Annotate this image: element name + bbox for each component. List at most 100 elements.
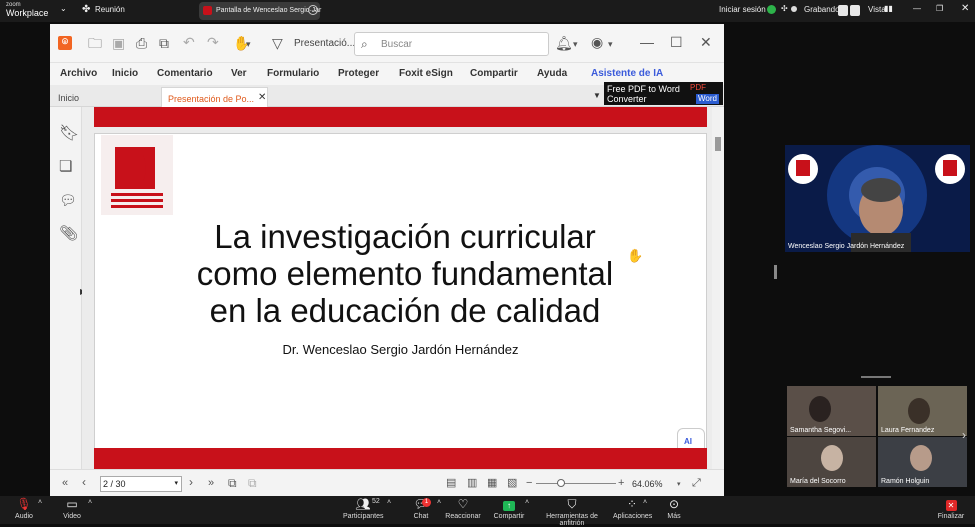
participants-label: Participantes bbox=[343, 513, 384, 520]
page-number-value: 2 / 30 bbox=[103, 479, 126, 489]
undo-icon[interactable]: ↶ bbox=[183, 35, 195, 49]
zoom-in-icon[interactable]: + bbox=[618, 476, 624, 490]
gallery-drag-handle[interactable] bbox=[861, 376, 891, 378]
rotate-page-icon[interactable]: ⧉ bbox=[248, 476, 257, 490]
screen-share-tab[interactable]: Pantalla de Wenceslao Sergio Jar … bbox=[199, 2, 321, 20]
print-icon[interactable]: ⎙ bbox=[136, 36, 147, 50]
view-menu[interactable]: Vista bbox=[868, 5, 886, 14]
tab-presentacion[interactable]: Presentación de Po... ✕ bbox=[161, 87, 268, 107]
presentation-icon[interactable]: ▽ bbox=[272, 36, 283, 50]
zoom-out-icon[interactable]: − bbox=[526, 476, 532, 490]
pdf-to-word-ad[interactable]: Free PDF to Word Converter PDF Word bbox=[604, 82, 723, 105]
previous-slide-edge bbox=[94, 107, 707, 127]
fullscreen-icon[interactable]: ⤢ bbox=[692, 476, 701, 490]
chevron-down-icon[interactable]: ▾ bbox=[246, 37, 251, 51]
minimize-icon[interactable]: — bbox=[913, 4, 921, 13]
bell-icon[interactable]: 🔔︎ bbox=[555, 36, 573, 50]
presentation-mode-label[interactable]: Presentació... bbox=[294, 38, 355, 49]
more-button[interactable]: ⊙ Más bbox=[663, 496, 685, 520]
end-meeting-icon: ✕ bbox=[937, 496, 965, 513]
menu-comentario[interactable]: Comentario bbox=[157, 68, 213, 79]
share-button[interactable]: ↑ Compartir bbox=[493, 496, 525, 520]
chevron-up-icon[interactable]: ˄ bbox=[643, 499, 647, 506]
pages-icon[interactable]: ❏ bbox=[59, 159, 72, 174]
user-account-icon[interactable]: ◉ bbox=[591, 35, 603, 49]
ad-pdf-badge: PDF bbox=[690, 83, 706, 92]
menu-foxit-esign[interactable]: Foxit eSign bbox=[399, 68, 453, 79]
more-options-icon[interactable]: … bbox=[308, 5, 318, 15]
chevron-down-icon[interactable]: ▾ bbox=[573, 37, 578, 51]
next-page-icon[interactable]: › bbox=[189, 475, 193, 489]
more-label: Más bbox=[667, 513, 681, 520]
audio-button[interactable]: 🎙︎ Audio bbox=[8, 496, 40, 520]
vertical-scrollbar[interactable] bbox=[712, 107, 724, 469]
stop-recording-button[interactable] bbox=[850, 5, 860, 16]
search-input[interactable]: Buscar bbox=[381, 39, 412, 50]
page-number-field[interactable]: 2 / 30 ▾ bbox=[100, 476, 182, 492]
sign-in-link[interactable]: Iniciar sesión bbox=[719, 5, 766, 14]
gallery-next-icon[interactable]: › bbox=[962, 428, 966, 442]
comment-icon[interactable]: 💬︎ bbox=[59, 193, 77, 207]
menu-compartir[interactable]: Compartir bbox=[470, 68, 518, 79]
shield-check-icon bbox=[767, 5, 776, 14]
chevron-up-icon[interactable]: ˄ bbox=[525, 499, 529, 506]
tab-list-icon[interactable]: ▼ bbox=[593, 91, 601, 100]
participant-tile[interactable]: María del Socorro bbox=[787, 437, 876, 487]
chat-button[interactable]: 💬︎ Chat bbox=[407, 496, 435, 520]
facing-page-icon[interactable]: ▦ bbox=[487, 476, 497, 490]
participant-tile[interactable]: Laura Fernandez bbox=[878, 386, 967, 436]
host-tools-button[interactable]: ⛉ Herramientas de anfitrión bbox=[536, 496, 608, 527]
first-page-icon[interactable]: « bbox=[62, 476, 68, 490]
bookmark-icon[interactable]: 🔖︎ bbox=[59, 126, 79, 142]
chevron-up-icon[interactable]: ˄ bbox=[387, 499, 391, 506]
close-icon[interactable]: ✕ bbox=[961, 3, 969, 14]
meeting-label[interactable]: Reunión bbox=[95, 5, 125, 14]
maximize-icon[interactable]: ☐ bbox=[670, 35, 683, 49]
save-icon[interactable]: ▣ bbox=[112, 36, 125, 50]
meeting-controls: 🎙︎ Audio ˄ ▭ Video ˄ 👥︎ Participantes 52… bbox=[0, 496, 975, 527]
participant-tile[interactable]: Samantha Segovi... bbox=[787, 386, 876, 436]
chevron-up-icon[interactable]: ˄ bbox=[38, 499, 42, 506]
foxit-logo-icon: ⌾ bbox=[58, 36, 72, 50]
search-box[interactable]: ⌕ Buscar bbox=[354, 32, 549, 56]
menu-inicio[interactable]: Inicio bbox=[112, 68, 138, 79]
menu-proteger[interactable]: Proteger bbox=[338, 68, 379, 79]
chevron-down-icon[interactable]: ▾ bbox=[608, 37, 613, 51]
participant-tile[interactable]: Ramón Holguin bbox=[878, 437, 967, 487]
end-meeting-button[interactable]: ✕ Finalizar bbox=[937, 496, 965, 520]
chevron-down-icon[interactable]: ▾ bbox=[174, 479, 178, 487]
speaker-video-tile[interactable]: Wenceslao Sergio Jardón Hernández bbox=[785, 145, 970, 252]
chevron-down-icon[interactable]: ⌄ bbox=[60, 4, 67, 13]
close-icon[interactable]: ✕ bbox=[700, 35, 712, 49]
zoom-level[interactable]: 64.06% bbox=[632, 479, 663, 489]
menu-archivo[interactable]: Archivo bbox=[60, 68, 97, 79]
chevron-up-icon[interactable]: ˄ bbox=[88, 499, 92, 506]
continuous-page-icon[interactable]: ▥ bbox=[467, 476, 477, 490]
redo-icon[interactable]: ↷ bbox=[207, 35, 219, 49]
copy-page-icon[interactable]: ⧉ bbox=[228, 476, 237, 490]
panel-resize-handle[interactable] bbox=[774, 265, 777, 279]
open-folder-icon[interactable]: 🗀 bbox=[88, 36, 102, 50]
close-tab-icon[interactable]: ✕ bbox=[258, 92, 266, 103]
menu-ayuda[interactable]: Ayuda bbox=[537, 68, 567, 79]
single-page-icon[interactable]: ▤ bbox=[446, 476, 456, 490]
last-page-icon[interactable]: » bbox=[208, 476, 214, 490]
react-button[interactable]: ♡ Reaccionar bbox=[445, 496, 481, 520]
chevron-down-icon[interactable]: ▾ bbox=[677, 478, 681, 492]
menu-ver[interactable]: Ver bbox=[231, 68, 247, 79]
scan-icon[interactable]: ⧉ bbox=[159, 36, 169, 50]
pause-recording-button[interactable] bbox=[838, 5, 848, 16]
previous-page-icon[interactable]: ‹ bbox=[82, 475, 86, 489]
restore-icon[interactable]: ❐ bbox=[936, 4, 943, 13]
chevron-up-icon[interactable]: ˄ bbox=[437, 499, 441, 506]
minimize-icon[interactable]: — bbox=[640, 35, 654, 49]
menu-asistente-ia[interactable]: Asistente de IA bbox=[591, 68, 663, 79]
cover-page-icon[interactable]: ▧ bbox=[507, 476, 517, 490]
zoom-slider-handle[interactable] bbox=[557, 479, 565, 487]
attachment-icon[interactable]: 📎︎ bbox=[59, 226, 78, 241]
video-button[interactable]: ▭ Video bbox=[56, 496, 88, 520]
menu-formulario[interactable]: Formulario bbox=[267, 68, 319, 79]
tab-inicio[interactable]: Inicio bbox=[52, 87, 158, 107]
zoom-slider[interactable] bbox=[536, 483, 616, 484]
scrollbar-thumb[interactable] bbox=[715, 137, 721, 151]
